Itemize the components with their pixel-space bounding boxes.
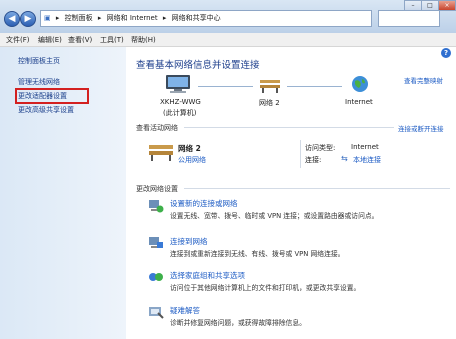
page-title: 查看基本网络信息并设置连接 <box>136 60 260 71</box>
computer-sub: (此计算机) <box>163 109 197 117</box>
back-button[interactable]: ◀ <box>4 11 20 27</box>
breadcrumb-sep-1: ▸ <box>97 14 102 22</box>
divider-change <box>184 188 450 189</box>
forward-button[interactable]: ▶ <box>20 11 36 27</box>
task-troubleshoot-desc: 诊断并修复网络问题，或获得故障排除信息。 <box>170 319 306 327</box>
connect-network-icon <box>148 236 164 250</box>
menu-file[interactable]: 文件(F) <box>6 35 30 45</box>
vertical-divider <box>300 140 301 168</box>
sidebar-item-home[interactable]: 控制面板主页 <box>18 56 60 66</box>
task-new-connection[interactable]: 设置新的连接或网络 <box>170 198 238 209</box>
menu-bar: 文件(F) 编辑(E) 查看(V) 工具(T) 帮助(H) <box>0 33 456 47</box>
search-input[interactable] <box>378 10 440 27</box>
local-connection-link[interactable]: 本地连接 <box>353 155 381 165</box>
network-type-link[interactable]: 公用网络 <box>178 155 206 165</box>
breadcrumb-sharing-center[interactable]: 网络和共享中心 <box>172 14 221 22</box>
menu-help[interactable]: 帮助(H) <box>131 35 156 45</box>
menu-edit[interactable]: 编辑(E) <box>38 35 62 45</box>
network-name: 网络 2 <box>178 144 201 153</box>
view-full-map-link[interactable]: 查看完整映射 <box>404 75 443 85</box>
breadcrumb-network-internet[interactable]: 网络和 Internet <box>107 14 158 22</box>
bench-icon <box>259 77 281 93</box>
control-panel-icon: ▣ <box>44 14 51 22</box>
sidebar-item-manage-wireless[interactable]: 管理无线网络 <box>18 77 60 87</box>
maximize-button[interactable]: □ <box>421 0 439 11</box>
divider-active <box>184 127 394 128</box>
breadcrumb-control-panel[interactable]: 控制面板 <box>65 14 93 22</box>
network-bench-icon[interactable] <box>148 142 174 162</box>
map-line-2 <box>287 86 342 87</box>
globe-icon <box>351 75 369 93</box>
active-networks-title: 查看活动网络 <box>136 124 178 132</box>
lan-icon: ⇆ <box>341 154 348 163</box>
minimize-button[interactable]: – <box>404 0 422 11</box>
map-internet: Internet <box>345 98 373 106</box>
help-icon[interactable]: ? <box>441 48 451 58</box>
change-settings-title: 更改网络设置 <box>136 185 178 193</box>
breadcrumb-sep-0: ▸ <box>55 14 60 22</box>
map-network-name: 网络 2 <box>259 99 280 107</box>
task-homegroup[interactable]: 选择家庭组和共享选项 <box>170 270 245 281</box>
access-type-label: 访问类型: <box>305 144 336 152</box>
menu-tools[interactable]: 工具(T) <box>100 35 124 45</box>
highlight-box <box>15 88 89 104</box>
troubleshoot-icon <box>148 305 164 319</box>
connections-label: 连接: <box>305 156 322 164</box>
task-troubleshoot[interactable]: 疑难解答 <box>170 305 200 316</box>
map-line-1 <box>198 86 253 87</box>
breadcrumb-sep-2: ▸ <box>162 14 167 22</box>
connect-disconnect-link[interactable]: 连接或断开连接 <box>398 123 444 133</box>
menu-view[interactable]: 查看(V) <box>68 35 92 45</box>
access-type-value: Internet <box>351 143 379 151</box>
sidebar-item-advanced-sharing[interactable]: 更改高级共享设置 <box>18 105 74 115</box>
task-connect-network-desc: 连接到或重新连接到无线、有线、拨号或 VPN 网络连接。 <box>170 250 345 258</box>
close-button[interactable]: × <box>438 0 456 11</box>
task-connect-network[interactable]: 连接到网络 <box>170 236 208 247</box>
computer-name: XKHZ-WWG <box>160 98 201 106</box>
computer-icon <box>163 74 193 94</box>
homegroup-icon <box>148 270 164 284</box>
task-new-connection-desc: 设置无线、宽带、拨号、临时或 VPN 连接；或设置路由器或访问点。 <box>170 212 379 220</box>
breadcrumb[interactable]: ▣ ▸ 控制面板 ▸ 网络和 Internet ▸ 网络和共享中心 <box>40 10 372 27</box>
task-homegroup-desc: 访问位于其他网络计算机上的文件和打印机，或更改共享设置。 <box>170 284 361 292</box>
new-connection-icon <box>148 199 164 213</box>
